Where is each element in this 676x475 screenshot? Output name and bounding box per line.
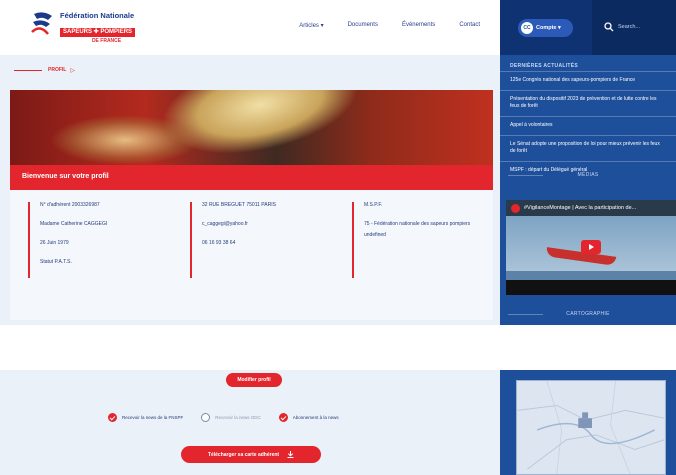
- carto-section-title: CARTOGRAPHIE: [566, 311, 610, 317]
- member-mspf: M.S.P.F.: [364, 202, 383, 208]
- play-icon[interactable]: [581, 240, 601, 254]
- member-phone: 06 16 93 38 64: [202, 240, 236, 246]
- search-area: [592, 0, 676, 55]
- newsletter-options: Recevoir la news de la FNSPF Recevoir la…: [108, 413, 339, 422]
- news-item[interactable]: Présentation du dispositif 2023 de préve…: [500, 90, 676, 116]
- news-item[interactable]: 125e Congrès national des sapeurs-pompie…: [500, 71, 676, 90]
- member-birthdate: 26 Juin 1979: [40, 240, 69, 246]
- logo-country: DE FRANCE: [91, 38, 122, 44]
- video-bottom-band: [506, 280, 676, 295]
- member-address: 32 RUE BREGUET 75011 PARIS: [202, 202, 276, 208]
- profile-col-contact: 32 RUE BREGUET 75011 PARIS c_caggegi@yah…: [190, 202, 340, 278]
- newsletter-fnspf-label: Recevoir la news de la FNSPF: [122, 415, 184, 420]
- channel-logo-icon: [511, 204, 520, 213]
- fnspf-logo[interactable]: Fédération Nationale SAPEURS ✚ POMPIERS …: [30, 10, 140, 44]
- map-marker-icon: [578, 418, 592, 428]
- logo-title: Fédération Nationale: [60, 11, 135, 20]
- checkbox-checked-icon[interactable]: [108, 413, 117, 422]
- download-icon: [287, 451, 294, 458]
- nav-evenements[interactable]: Événements: [402, 22, 435, 29]
- member-name: Madame Catherine CAGGEGI: [40, 221, 108, 227]
- profile-info-card: N° d'adhérent 2003326987 Madame Catherin…: [10, 190, 493, 320]
- video-player[interactable]: #VigilanceMontage | Avec la participatio…: [506, 200, 676, 295]
- newsletter-fnspf-option[interactable]: Recevoir la news de la FNSPF: [108, 413, 183, 422]
- profile-col-identity: N° d'adhérent 2003326987 Madame Catherin…: [28, 202, 178, 278]
- checkbox-checked-icon[interactable]: [278, 413, 288, 422]
- hero-image: [10, 90, 493, 165]
- member-undefined: undefined: [364, 232, 386, 238]
- profile-actions: Modifier profil Recevoir la news de la F…: [0, 370, 500, 475]
- news-section-title: DERNIÈRES ACTUALITÉS: [510, 63, 579, 69]
- sidebar: CC Compte ▾ DERNIÈRES ACTUALITÉS 125e Co…: [500, 0, 676, 325]
- welcome-banner: Bienvenue sur votre profil: [10, 165, 493, 190]
- newsletter-subscription-option[interactable]: Abonnement à la news: [278, 413, 339, 422]
- breadcrumb-line: [14, 69, 42, 71]
- modify-profile-button[interactable]: Modifier profil: [226, 373, 282, 387]
- logo-emblem-icon: [31, 12, 52, 35]
- profile-section: PROFIL ▷ Bienvenue sur votre profil N° d…: [0, 55, 500, 325]
- profile-col-organisation: M.S.P.F. 75 - Fédération nationale des s…: [352, 202, 487, 278]
- member-federation: 75 - Fédération nationale des sapeurs po…: [364, 221, 471, 227]
- member-number: N° d'adhérent 2003326987: [40, 202, 100, 208]
- news-item[interactable]: Appel à volontaires: [500, 116, 676, 135]
- checkbox-unchecked-icon[interactable]: [201, 413, 211, 422]
- main-nav: Articles ▾ Documents Événements Contact: [299, 22, 480, 29]
- map[interactable]: [516, 380, 666, 475]
- search-input[interactable]: [618, 20, 674, 34]
- download-card-label: Télécharger sa carte adhérent: [207, 451, 280, 458]
- member-status: Statut P.A.T.S.: [40, 259, 72, 265]
- breadcrumb: PROFIL ▷: [0, 55, 500, 85]
- news-item[interactable]: Le Sénat adopte une proposition de loi p…: [500, 135, 676, 161]
- page: Fédération Nationale SAPEURS ✚ POMPIERS …: [0, 0, 676, 475]
- breadcrumb-arrow-icon: ▷: [70, 67, 75, 74]
- avatar: CC: [521, 22, 533, 34]
- newsletter-subscription-label: Abonnement à la news: [292, 415, 339, 420]
- video-title: #VigilanceMontage | Avec la participatio…: [524, 205, 637, 211]
- account-label: Compte ▾: [536, 25, 561, 31]
- nav-documents[interactable]: Documents: [348, 22, 378, 29]
- welcome-title: Bienvenue sur votre profil: [22, 173, 109, 180]
- member-email: c_caggegi@yahoo.fr: [202, 221, 248, 227]
- breadcrumb-label[interactable]: PROFIL: [48, 67, 66, 73]
- newsletter-odc-label: Recevoir la news ODC: [215, 415, 261, 420]
- nav-contact[interactable]: Contact: [459, 22, 480, 29]
- map-panel: [500, 370, 676, 475]
- video-title-bar: #VigilanceMontage | Avec la participatio…: [506, 200, 676, 216]
- search-icon[interactable]: [604, 22, 614, 32]
- media-section-title: MÉDIAS: [577, 172, 599, 178]
- newsletter-odc-option[interactable]: Recevoir la news ODC: [201, 413, 261, 422]
- nav-articles[interactable]: Articles ▾: [299, 22, 323, 29]
- news-list: 125e Congrès national des sapeurs-pompie…: [500, 71, 676, 180]
- download-card-button[interactable]: Télécharger sa carte adhérent: [181, 446, 321, 463]
- logo-subtitle: SAPEURS ✚ POMPIERS: [60, 28, 136, 37]
- top-navbar: Fédération Nationale SAPEURS ✚ POMPIERS …: [0, 0, 500, 55]
- account-bar: CC Compte ▾: [500, 0, 676, 55]
- account-button[interactable]: CC Compte ▾: [518, 19, 573, 37]
